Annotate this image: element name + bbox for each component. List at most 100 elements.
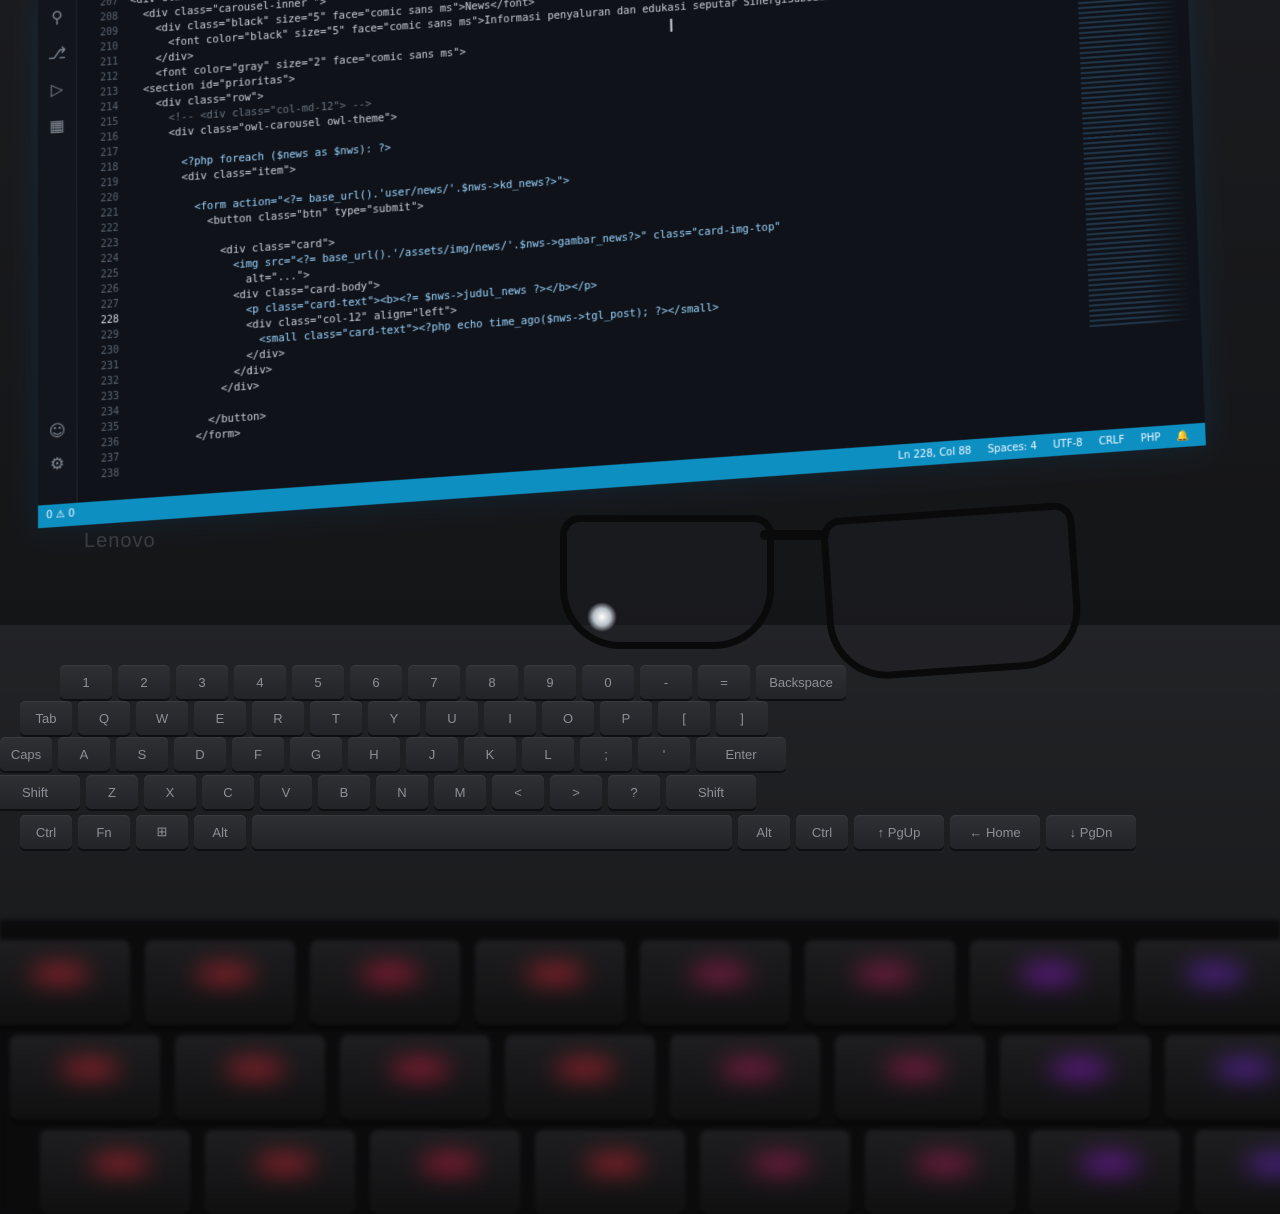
search-icon[interactable]: ⚲ [46, 6, 68, 30]
key[interactable]: ↓ PgDn [1046, 815, 1136, 849]
key[interactable]: 5 [292, 665, 344, 699]
extensions-icon[interactable]: ▦ [46, 114, 68, 138]
key-backlight [720, 1060, 780, 1078]
key[interactable]: 7 [408, 665, 460, 699]
key[interactable]: Caps [0, 737, 52, 771]
key[interactable]: E [194, 701, 246, 735]
key[interactable]: ← Home [950, 815, 1040, 849]
key-backlight [1080, 1155, 1140, 1173]
key[interactable]: Alt [738, 815, 790, 849]
key[interactable]: Ctrl [796, 815, 848, 849]
key-backlight [1215, 1060, 1275, 1078]
key[interactable]: ⊞ [136, 815, 188, 849]
key-backlight [690, 965, 750, 983]
source-control-icon[interactable]: ⎇ [46, 42, 68, 66]
key[interactable]: Fn [78, 815, 130, 849]
key[interactable]: Tab [20, 701, 72, 735]
photo-scene: ⚲ ⎇ ▷ ▦ ☺ ⚙ 207 208 209 210 211 212 213 214 215 2… [0, 0, 1280, 1214]
key[interactable]: F [232, 737, 284, 771]
key[interactable]: W [136, 701, 188, 735]
key[interactable]: < [492, 775, 544, 809]
key[interactable]: 4 [234, 665, 286, 699]
line-number: 238 [100, 467, 120, 481]
status-language[interactable]: PHP [1140, 432, 1160, 445]
brand-logo: Lenovo [84, 530, 156, 552]
key[interactable]: Enter [696, 737, 786, 771]
status-problems[interactable]: 0 ⚠ 0 [46, 503, 75, 528]
key-backlight [90, 1155, 150, 1173]
key[interactable]: O [542, 701, 594, 735]
key-backlight [750, 1155, 810, 1173]
glasses-bridge [760, 530, 830, 540]
right-lens [819, 501, 1085, 683]
key[interactable]: 3 [176, 665, 228, 699]
key-backlight [525, 965, 585, 983]
key[interactable]: X [144, 775, 196, 809]
key[interactable]: J [406, 737, 458, 771]
key[interactable]: Z [86, 775, 138, 809]
key-backlight [60, 1060, 120, 1078]
key[interactable]: Y [368, 701, 420, 735]
key-backlight [915, 1155, 975, 1173]
account-icon[interactable]: ☺ [46, 419, 68, 443]
key-backlight [195, 965, 255, 983]
activity-bar: ⚲ ⎇ ▷ ▦ ☺ ⚙ [38, 0, 78, 506]
key[interactable]: 2 [118, 665, 170, 699]
key[interactable]: L [522, 737, 574, 771]
key[interactable]: R [252, 701, 304, 735]
key[interactable]: Shift [0, 775, 80, 809]
key[interactable]: ↑ PgUp [854, 815, 944, 849]
key[interactable]: N [376, 775, 428, 809]
key[interactable]: > [550, 775, 602, 809]
key[interactable] [252, 815, 732, 849]
status-eol[interactable]: CRLF [1099, 434, 1125, 447]
key[interactable]: Alt [194, 815, 246, 849]
key-backlight [555, 1060, 615, 1078]
key[interactable]: ? [608, 775, 660, 809]
key[interactable]: D [174, 737, 226, 771]
key[interactable]: Shift [666, 775, 756, 809]
key[interactable]: U [426, 701, 478, 735]
status-encoding[interactable]: UTF-8 [1053, 437, 1083, 450]
key[interactable]: A [58, 737, 110, 771]
key[interactable]: H [348, 737, 400, 771]
status-position[interactable]: Ln 228, Col 88 [898, 445, 972, 462]
key[interactable]: Q [78, 701, 130, 735]
keyboard-row: Ctrl Fn ⊞ Alt Alt Ctrl ↑ PgUp ← Home ↓ PgDn [20, 815, 1280, 849]
status-spaces[interactable]: Spaces: 4 [987, 440, 1037, 455]
key[interactable]: Ctrl [20, 815, 72, 849]
key-backlight [255, 1155, 315, 1173]
key[interactable]: 1 [60, 665, 112, 699]
key[interactable]: 8 [466, 665, 518, 699]
key[interactable]: ' [638, 737, 690, 771]
key-backlight [885, 1060, 945, 1078]
key[interactable]: V [260, 775, 312, 809]
text-cursor-icon: I [668, 15, 675, 37]
key[interactable]: P [600, 701, 652, 735]
key-backlight [1020, 965, 1080, 983]
bell-icon[interactable]: 🔔 [1176, 430, 1189, 442]
key[interactable]: ] [716, 701, 768, 735]
debug-icon[interactable]: ▷ [46, 78, 68, 102]
gear-icon[interactable]: ⚙ [46, 452, 68, 476]
key[interactable]: T [310, 701, 362, 735]
key[interactable]: ; [580, 737, 632, 771]
key[interactable]: C [202, 775, 254, 809]
key[interactable]: I [484, 701, 536, 735]
key[interactable]: [ [658, 701, 710, 735]
key[interactable]: K [464, 737, 516, 771]
key[interactable]: 6 [350, 665, 402, 699]
minimap[interactable] [1077, 0, 1191, 331]
key-backlight [420, 1155, 480, 1173]
key-backlight [30, 965, 90, 983]
key[interactable]: M [434, 775, 486, 809]
code-editor[interactable]: <div class="container-fluid col-md-12 mt… [130, 0, 1084, 499]
key[interactable]: S [116, 737, 168, 771]
key[interactable]: G [290, 737, 342, 771]
left-lens [560, 515, 774, 649]
key[interactable]: B [318, 775, 370, 809]
rgb-keyboard [0, 920, 1280, 1214]
light-reflection [587, 602, 617, 632]
key-backlight [225, 1060, 285, 1078]
keyboard-row: Caps A S D F G H J K L; ' Enter [0, 737, 1280, 771]
